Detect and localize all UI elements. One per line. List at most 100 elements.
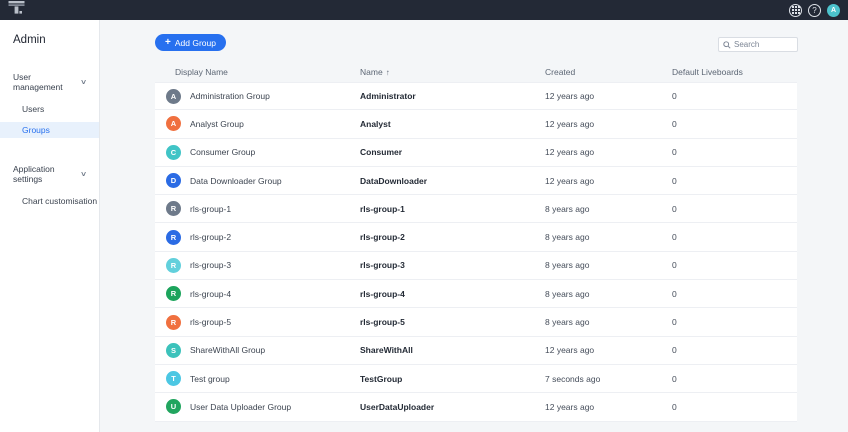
display-name-cell: TTest group xyxy=(166,371,360,386)
group-name[interactable]: rls-group-2 xyxy=(360,232,545,242)
group-name[interactable]: Analyst xyxy=(360,119,545,129)
groups-table: Display Name Name↑ Created Default Liveb… xyxy=(155,62,797,422)
group-display-name[interactable]: rls-group-3 xyxy=(190,260,231,270)
group-display-name[interactable]: Administration Group xyxy=(190,91,270,101)
table-row[interactable]: Rrls-group-2rls-group-28 years ago0 xyxy=(155,223,797,251)
table-row[interactable]: U User Data Uploader Group UserDataUploade… xyxy=(155,393,797,421)
display-name-cell: Rrls-group-3 xyxy=(166,258,360,273)
group-avatar: R xyxy=(166,201,181,216)
table-row[interactable]: AAdministration GroupAdministrator12 yea… xyxy=(155,82,797,110)
chevron-down-icon: ∨ xyxy=(80,170,87,178)
user-avatar[interactable]: A xyxy=(827,4,840,17)
help-icon[interactable]: ? xyxy=(808,4,821,17)
group-default-liveboards: 0 xyxy=(672,289,797,299)
group-created: 7 seconds ago xyxy=(545,374,672,384)
group-avatar: R xyxy=(166,258,181,273)
search-box[interactable] xyxy=(718,37,798,52)
group-name[interactable]: TestGroup xyxy=(360,374,545,384)
group-avatar: S xyxy=(166,343,181,358)
table-row[interactable]: Rrls-group-3rls-group-38 years ago0 xyxy=(155,252,797,280)
group-created: 8 years ago xyxy=(545,260,672,270)
group-created: 8 years ago xyxy=(545,232,672,242)
table-row[interactable]: Rrls-group-5rls-group-58 years ago0 xyxy=(155,308,797,336)
group-name[interactable]: DataDownloader xyxy=(360,176,545,186)
group-created: 8 years ago xyxy=(545,289,672,299)
group-display-name[interactable]: rls-group-4 xyxy=(190,289,231,299)
plus-icon: + xyxy=(165,38,171,48)
group-default-liveboards: 0 xyxy=(672,402,797,412)
group-avatar: A xyxy=(166,116,181,131)
table-row[interactable]: CConsumer GroupConsumer12 years ago0 xyxy=(155,139,797,167)
group-avatar: R xyxy=(166,315,181,330)
add-group-label: Add Group xyxy=(175,38,216,48)
section-label: User management xyxy=(13,72,81,92)
column-header-display-name[interactable]: Display Name xyxy=(175,67,360,77)
column-header-created[interactable]: Created xyxy=(545,67,672,77)
table-row[interactable]: TTest groupTestGroup7 seconds ago0 xyxy=(155,365,797,393)
group-created: 12 years ago xyxy=(545,91,672,101)
group-default-liveboards: 0 xyxy=(672,374,797,384)
table-row[interactable]: Rrls-group-1rls-group-18 years ago0 xyxy=(155,195,797,223)
main-content: + Add Group Display Name Name↑ Created D… xyxy=(101,20,848,432)
column-header-default-liveboards[interactable]: Default Liveboards xyxy=(672,67,797,77)
group-default-liveboards: 0 xyxy=(672,345,797,355)
group-default-liveboards: 0 xyxy=(672,317,797,327)
page-title: Admin xyxy=(13,34,99,46)
group-default-liveboards: 0 xyxy=(672,176,797,186)
group-created: 8 years ago xyxy=(545,204,672,214)
group-display-name[interactable]: rls-group-5 xyxy=(190,317,231,327)
sidebar-item-groups[interactable]: Groups xyxy=(0,122,99,138)
add-group-button[interactable]: + Add Group xyxy=(155,34,226,51)
thoughtspot-logo[interactable] xyxy=(8,0,25,20)
group-created: 12 years ago xyxy=(545,119,672,129)
top-navbar: ? A xyxy=(0,0,848,20)
group-name[interactable]: rls-group-3 xyxy=(360,260,545,270)
group-name[interactable]: Administrator xyxy=(360,91,545,101)
group-default-liveboards: 0 xyxy=(672,232,797,242)
group-avatar: R xyxy=(166,286,181,301)
sidebar-item-users[interactable]: Users xyxy=(0,101,99,117)
sidebar-item-chart-customisation[interactable]: Chart customisation xyxy=(0,193,99,209)
group-name[interactable]: ShareWithAll xyxy=(360,345,545,355)
group-display-name[interactable]: rls-group-1 xyxy=(190,204,231,214)
table-row[interactable]: A Analyst Group Analyst12 years ago0 xyxy=(155,110,797,138)
group-default-liveboards: 0 xyxy=(672,119,797,129)
group-name[interactable]: rls-group-4 xyxy=(360,289,545,299)
group-name[interactable]: UserDataUploader xyxy=(360,402,545,412)
group-created: 12 years ago xyxy=(545,176,672,186)
table-row[interactable]: S ShareWithAll Group ShareWithAll12 years … xyxy=(155,337,797,365)
group-default-liveboards: 0 xyxy=(672,91,797,101)
display-name-cell: A Analyst Group xyxy=(166,116,360,131)
group-display-name[interactable]: rls-group-2 xyxy=(190,232,231,242)
group-avatar: D xyxy=(166,173,181,188)
group-display-name[interactable]: Data Downloader Group xyxy=(190,176,282,186)
group-created: 12 years ago xyxy=(545,345,672,355)
group-display-name[interactable]: ShareWithAll Group xyxy=(190,345,265,355)
table-row[interactable]: Rrls-group-4rls-group-48 years ago0 xyxy=(155,280,797,308)
group-display-name[interactable]: Test group xyxy=(190,374,230,384)
apps-grid-icon[interactable] xyxy=(789,4,802,17)
group-created: 8 years ago xyxy=(545,317,672,327)
search-input[interactable] xyxy=(734,40,793,49)
table-row[interactable]: D Data Downloader Group DataDownloader12 y… xyxy=(155,167,797,195)
group-avatar: C xyxy=(166,145,181,160)
group-created: 12 years ago xyxy=(545,402,672,412)
group-default-liveboards: 0 xyxy=(672,260,797,270)
group-name[interactable]: rls-group-1 xyxy=(360,204,545,214)
display-name-cell: C Consumer Group xyxy=(166,145,360,160)
admin-sidebar: Admin User management ∨ Users Groups App… xyxy=(0,20,100,432)
group-display-name[interactable]: User Data Uploader Group xyxy=(190,402,291,412)
sort-ascending-icon: ↑ xyxy=(386,68,390,77)
group-name[interactable]: rls-group-5 xyxy=(360,317,545,327)
group-display-name[interactable]: Consumer Group xyxy=(190,147,255,157)
display-name-cell: Rrls-group-5 xyxy=(166,315,360,330)
sidebar-section-application-settings[interactable]: Application settings ∨ xyxy=(13,164,86,184)
group-name[interactable]: Consumer xyxy=(360,147,545,157)
group-avatar: R xyxy=(166,230,181,245)
group-avatar: U xyxy=(166,399,181,414)
column-header-name[interactable]: Name↑ xyxy=(360,67,545,77)
display-name-cell: Rrls-group-4 xyxy=(166,286,360,301)
group-display-name[interactable]: Analyst Group xyxy=(190,119,244,129)
sidebar-section-user-management[interactable]: User management ∨ xyxy=(13,72,86,92)
table-header: Display Name Name↑ Created Default Liveb… xyxy=(155,62,797,82)
